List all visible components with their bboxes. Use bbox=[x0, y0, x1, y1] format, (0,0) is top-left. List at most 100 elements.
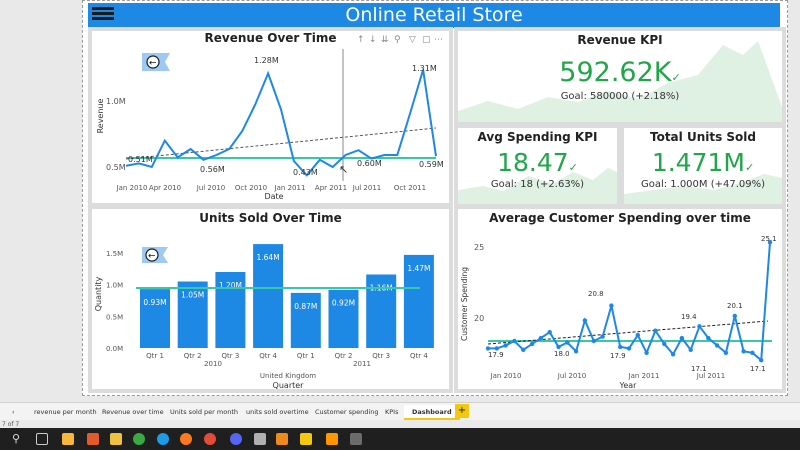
more-options-icon[interactable]: ⋯ bbox=[434, 35, 443, 45]
hamburger-menu-icon[interactable] bbox=[92, 7, 114, 24]
spending-kpi-value: 18.47✓ bbox=[497, 148, 578, 177]
xbox-icon[interactable] bbox=[133, 433, 145, 445]
units-bar-label: 1.64M bbox=[257, 253, 280, 262]
revenue-series-line bbox=[125, 69, 437, 177]
firefox-icon[interactable] bbox=[180, 433, 192, 445]
total-units-kpi-panel[interactable]: Total Units Sold 1.471M✓ Goal: 1.000M (+… bbox=[620, 124, 786, 208]
page-count: 7 of 7 bbox=[2, 421, 20, 428]
units-year-label: 2011 bbox=[353, 360, 371, 368]
avg-spending-chart: Customer Spending 25 20 Jan 2010 Jul 2010… bbox=[460, 235, 777, 389]
tab-customer-spending[interactable]: Customer spending bbox=[305, 405, 378, 420]
revenue-x-ticks: Jan 2010 Apr 2010 Jul 2010 Oct 2010 Jan 2011… bbox=[116, 184, 427, 192]
units-y-axis-title: Quantity bbox=[94, 276, 103, 311]
tab-revenue-per-month[interactable]: revenue per month bbox=[24, 405, 97, 420]
spending-point bbox=[662, 341, 667, 347]
focus-mode-icon[interactable]: ▢ bbox=[422, 35, 431, 45]
explorer-icon[interactable] bbox=[110, 433, 122, 445]
chrome-icon[interactable] bbox=[204, 433, 216, 445]
spending-data-label: 17.9 bbox=[610, 352, 626, 360]
spending-y-tick: 20 bbox=[474, 314, 484, 323]
spending-point bbox=[582, 318, 588, 323]
add-page-button[interactable]: + bbox=[455, 404, 469, 418]
units-x-axis-title: Quarter bbox=[273, 381, 305, 389]
spending-point bbox=[573, 349, 579, 354]
units-y-ticks: 1.5M 1.0M 0.5M 0.0M bbox=[106, 250, 123, 353]
store-icon[interactable] bbox=[87, 433, 99, 445]
tab-units-sold-overtime[interactable]: units sold overtime bbox=[236, 405, 309, 420]
sublime-icon[interactable] bbox=[326, 433, 338, 445]
spending-data-label: 20.1 bbox=[727, 302, 743, 310]
avg-customer-spending-panel[interactable]: Average Customer Spending over time Cust… bbox=[454, 205, 786, 393]
spending-data-label: 18.0 bbox=[554, 350, 570, 358]
units-x-tick: Qtr 2 bbox=[184, 352, 202, 360]
avg-spending-kpi-panel[interactable]: Avg Spending KPI 18.47✓ Goal: 18 (+2.63%… bbox=[454, 124, 621, 208]
drill-down-icon[interactable]: ↓ bbox=[369, 35, 377, 45]
units-kpi-value: 1.471M✓ bbox=[651, 148, 755, 177]
units-x-tick: Qtr 3 bbox=[372, 352, 390, 360]
file-explorer-icon[interactable] bbox=[62, 433, 74, 445]
spending-point bbox=[556, 344, 561, 350]
spending-point bbox=[644, 350, 649, 355]
revenue-data-label: 1.31M bbox=[412, 64, 437, 73]
visual-header-icons[interactable]: ↑ ↓ ⇊ ⚲ ▽ ▢ ⋯ bbox=[357, 35, 443, 45]
revenue-over-time-panel[interactable]: Revenue Over Time ↑ ↓ ⇊ ⚲ ▽ ▢ ⋯ ← Revenu… bbox=[88, 27, 453, 207]
drill-up-icon[interactable]: ↑ bbox=[357, 35, 365, 45]
tab-units-sold-per-month[interactable]: Units sold per month bbox=[160, 405, 238, 420]
filter-badge[interactable]: ← bbox=[142, 247, 168, 263]
units-bar-label: 1.47M bbox=[407, 264, 430, 273]
spending-point bbox=[635, 332, 640, 338]
revenue-y-tick: 0.5M bbox=[106, 163, 126, 172]
revenue-x-axis-title: Date bbox=[264, 192, 283, 201]
units-bars: 0.93MQtr 11.05MQtr 21.20MQtr 31.64MQtr 4… bbox=[140, 244, 434, 360]
spending-data-label: 25.1 bbox=[761, 235, 777, 243]
task-view-icon[interactable] bbox=[36, 433, 48, 445]
spending-point bbox=[485, 346, 491, 351]
units-kpi-goal: Goal: 1.000M (+47.09%) bbox=[640, 179, 766, 190]
spending-point bbox=[670, 352, 676, 357]
revenue-x-tick: Apr 2010 bbox=[149, 184, 181, 192]
tab-kpis[interactable]: KPIs bbox=[375, 405, 399, 420]
spending-kpi-goal: Goal: 18 (+2.63%) bbox=[490, 179, 585, 190]
spending-x-ticks: Jan 2010 Jul 2010 Jan 2011 Jul 2011 bbox=[490, 372, 726, 380]
revenue-data-label: 0.59M bbox=[419, 160, 444, 169]
back-arrow-icon: ← bbox=[148, 252, 156, 262]
app-icon[interactable] bbox=[254, 433, 266, 445]
edge-icon[interactable] bbox=[157, 433, 169, 445]
spending-data-label: 19.4 bbox=[681, 313, 697, 321]
search-icon[interactable]: ⚲ bbox=[12, 433, 24, 445]
spending-point bbox=[609, 303, 614, 308]
expand-down-icon[interactable]: ⇊ bbox=[381, 35, 389, 45]
revenue-kpi-panel[interactable]: Revenue KPI 592.62K✓ Goal: 580000 (+2.18… bbox=[454, 27, 786, 126]
spending-point bbox=[626, 346, 632, 351]
app-icon[interactable] bbox=[350, 433, 362, 445]
revenue-data-label: 0.60M bbox=[357, 159, 382, 168]
filter-icon[interactable]: ▽ bbox=[409, 35, 416, 45]
spending-point bbox=[565, 340, 570, 345]
spending-point bbox=[600, 334, 605, 339]
power-bi-icon[interactable] bbox=[300, 433, 312, 445]
units-bar-label: 0.87M bbox=[294, 302, 317, 311]
spending-point bbox=[706, 335, 711, 341]
units-bar-label: 0.93M bbox=[143, 298, 166, 307]
spending-point bbox=[494, 346, 499, 351]
vlc-icon[interactable] bbox=[276, 433, 288, 445]
filter-badge[interactable]: ← bbox=[142, 53, 170, 71]
spending-point bbox=[591, 338, 596, 344]
revenue-x-tick: Oct 2011 bbox=[394, 184, 426, 192]
tab-dashboard[interactable]: Dashboard bbox=[404, 405, 460, 420]
discord-icon[interactable] bbox=[230, 433, 242, 445]
units-y-tick: 0.0M bbox=[106, 345, 123, 353]
revenue-x-tick: Oct 2010 bbox=[235, 184, 267, 192]
spending-point bbox=[679, 335, 685, 341]
revenue-data-label: 0.43M bbox=[293, 168, 318, 177]
units-y-tick: 1.0M bbox=[106, 282, 123, 290]
spending-point bbox=[732, 313, 737, 319]
spending-point bbox=[529, 341, 535, 347]
tab-revenue-over-time[interactable]: Revenue over time bbox=[92, 405, 164, 420]
hierarchy-icon[interactable]: ⚲ bbox=[394, 35, 401, 45]
checkmark-icon: ✓ bbox=[568, 161, 578, 174]
spending-x-tick: Jul 2011 bbox=[696, 372, 726, 380]
nav-first-arrow-icon[interactable]: ‹ bbox=[2, 405, 15, 420]
units-sold-over-time-panel[interactable]: Units Sold Over Time ← Quantity 1.5M 1.0M… bbox=[88, 205, 453, 393]
units-x-tick: Qtr 4 bbox=[259, 352, 277, 360]
